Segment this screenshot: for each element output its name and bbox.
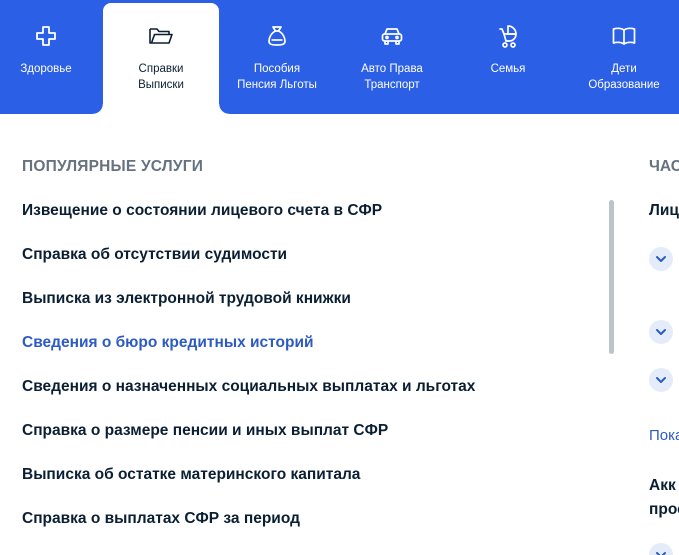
tab-certificates-label: Справки Выписки — [138, 63, 184, 91]
tab-benefits[interactable]: Пособия Пенсия Льготы — [222, 0, 332, 114]
stroller-icon — [496, 23, 520, 49]
folder-icon — [148, 23, 174, 49]
service-item-sfr-payments-period[interactable]: Справка о выплатах СФР за период — [22, 510, 475, 554]
faq-title: ЧАС — [649, 158, 679, 175]
service-item-work-record[interactable]: Выписка из электронной трудовой книжки — [22, 290, 475, 334]
faq-subtitle: Лиц — [649, 202, 679, 219]
chevron-down-icon[interactable] — [649, 543, 673, 555]
popular-services-title: ПОПУЛЯРНЫЕ УСЛУГИ — [22, 158, 204, 175]
service-item-no-criminal-record[interactable]: Справка об отсутствии судимости — [22, 246, 475, 290]
tab-family-label: Семья — [490, 63, 526, 75]
tab-certificates[interactable]: Справки Выписки — [93, 3, 229, 114]
car-icon — [380, 23, 404, 49]
tab-auto-label: Авто Права Транспорт — [361, 63, 423, 91]
faq-column: ЧАС Лиц Пока Акк прос — [649, 0, 679, 555]
chevron-down-icon[interactable] — [649, 320, 673, 344]
chevron-down-icon[interactable] — [649, 247, 673, 271]
service-item-sfr-account[interactable]: Извещение о состоянии лицевого счета в С… — [22, 202, 475, 246]
popular-services-list: Извещение о состоянии лицевого счета в С… — [22, 202, 475, 554]
tab-auto[interactable]: Авто Права Транспорт — [340, 0, 444, 114]
money-bag-icon — [266, 23, 288, 49]
chevron-down-icon[interactable] — [649, 368, 673, 392]
category-nav-bar: Здоровье Справки Выписки Пособия Пенсия … — [0, 0, 679, 114]
service-item-social-payments[interactable]: Сведения о назначенных социальных выплат… — [22, 378, 475, 422]
tab-health[interactable]: Здоровье — [0, 0, 92, 114]
tab-health-label: Здоровье — [20, 63, 72, 75]
service-item-maternity-capital[interactable]: Выписка об остатке материнского капитала — [22, 466, 475, 510]
service-item-credit-bureau[interactable]: Сведения о бюро кредитных историй — [22, 334, 475, 378]
list-scrollbar[interactable] — [609, 200, 614, 354]
faq-section-text: Акк прос — [649, 477, 679, 518]
medical-cross-icon — [34, 23, 58, 49]
book-icon — [611, 23, 637, 49]
faq-show-more-link[interactable]: Пока — [649, 427, 679, 444]
tab-benefits-label: Пособия Пенсия Льготы — [237, 63, 317, 91]
tab-family[interactable]: Семья — [458, 0, 558, 114]
service-item-pension-amount[interactable]: Справка о размере пенсии и иных выплат С… — [22, 422, 475, 466]
